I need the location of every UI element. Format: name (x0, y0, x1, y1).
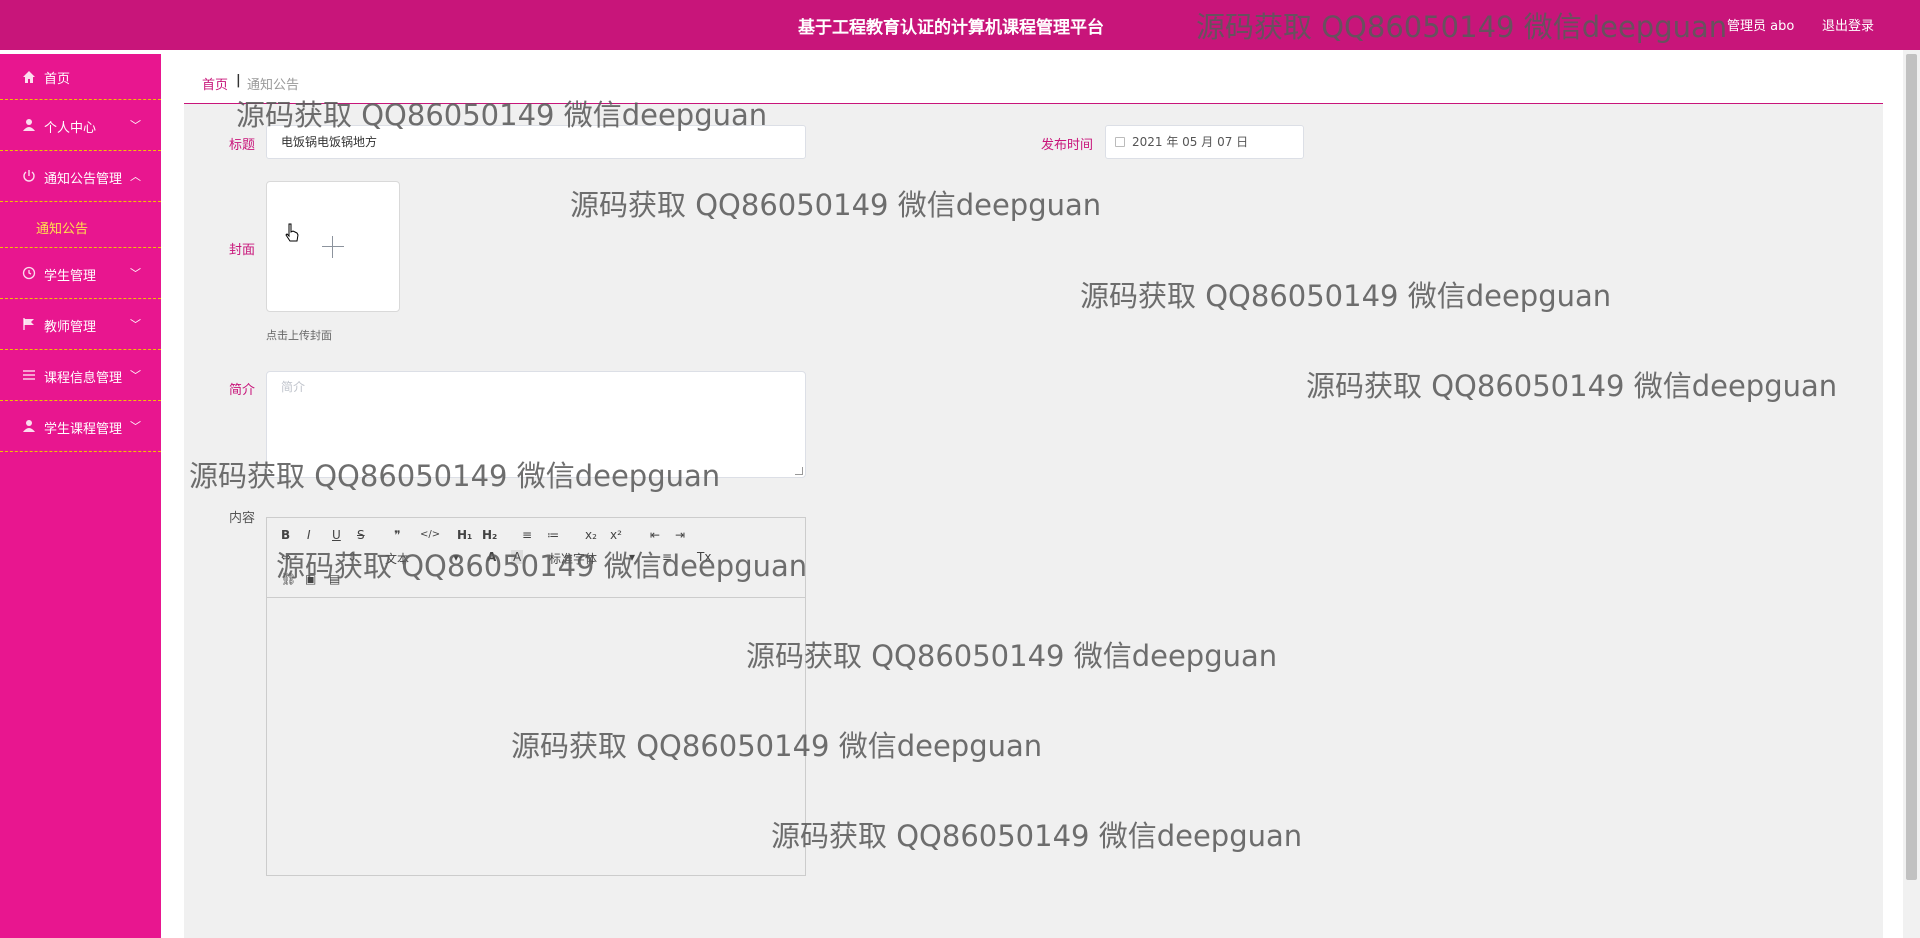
top-header: 基于工程教育认证的计算机课程管理平台 管理员 abo 退出登录 (0, 0, 1920, 50)
rich-text-editor: B I U S ❞ </> H₁ H₂ ≡ ≔ x₂ x² ⇤ ⇥ ⇔ ⇕ 文本… (266, 517, 806, 876)
subscript-button[interactable]: x₂ (585, 528, 597, 542)
sidebar-item-label: 学生课程管理 (44, 422, 123, 437)
line-height-button[interactable]: ⇕ (347, 550, 357, 564)
image-icon[interactable]: ▣ (305, 572, 316, 586)
breadcrumb-current: 通知公告 (247, 78, 300, 93)
underline-button[interactable]: U (332, 528, 341, 542)
list-icon (23, 370, 35, 380)
link-icon[interactable]: ⛓ (281, 572, 296, 586)
font-color-button[interactable]: A (487, 550, 496, 564)
sidebar-item-label: 通知公告管理 (44, 172, 123, 187)
chevron-up-icon: ︿ (130, 170, 141, 183)
sidebar-item-label: 首页 (44, 72, 71, 87)
flag-icon (23, 318, 34, 330)
current-user: 管理员 abo (1727, 19, 1795, 34)
title-input[interactable]: 电饭锅电饭锅地方 (266, 125, 806, 159)
align-button[interactable]: ≡ (662, 550, 672, 564)
text-size-select[interactable]: 文本 (385, 550, 409, 567)
sidebar-item-notice-management[interactable]: 通知公告管理 ︿ (0, 151, 161, 202)
sidebar-item-personal-center[interactable]: 个人中心 ﹀ (0, 100, 161, 151)
calendar-icon (1115, 137, 1125, 147)
sidebar-item-teacher-management[interactable]: 教师管理 ﹀ (0, 299, 161, 350)
font-family-select[interactable]: 标准字体 (549, 550, 597, 567)
intro-placeholder: 简介 (281, 380, 306, 394)
publish-date-label: 发布时间 (1041, 138, 1094, 153)
content-label: 内容 (229, 511, 256, 526)
title-label: 标题 (229, 138, 256, 153)
blockquote-button[interactable]: ❞ (394, 528, 400, 542)
power-icon (23, 170, 35, 182)
bold-button[interactable]: B (281, 528, 290, 542)
video-icon[interactable]: ▤ (329, 572, 340, 586)
indent-button[interactable]: ⇥ (675, 528, 685, 542)
sidebar-item-label: 学生管理 (44, 269, 97, 284)
chevron-down-icon: ﹀ (130, 267, 141, 280)
background-color-button[interactable]: A (511, 550, 524, 564)
clear-format-button[interactable]: Tx (697, 550, 711, 564)
user-icon (23, 119, 35, 131)
vertical-scrollbar[interactable] (1903, 50, 1920, 938)
breadcrumb: 首页 | 通知公告 (184, 57, 1883, 104)
hand-cursor-icon (285, 223, 299, 242)
sidebar-subitem-notice[interactable]: 通知公告 (0, 202, 161, 248)
sidebar-item-label: 教师管理 (44, 320, 97, 335)
sidebar-item-student-management[interactable]: 学生管理 ﹀ (0, 248, 161, 299)
editor-toolbar: B I U S ❞ </> H₁ H₂ ≡ ≔ x₂ x² ⇤ ⇥ ⇔ ⇕ 文本… (267, 518, 805, 598)
bullet-list-button[interactable]: ≔ (547, 528, 559, 542)
chevron-down-icon[interactable]: ▾ (629, 550, 635, 564)
cover-upload-tip: 点击上传封面 (266, 329, 332, 342)
publish-date-picker[interactable]: 2021 年 05 月 07 日 (1105, 125, 1304, 159)
code-block-button[interactable]: </> (420, 529, 440, 540)
sidebar-item-student-course[interactable]: 学生课程管理 ﹀ (0, 401, 161, 452)
chevron-down-icon: ﹀ (130, 318, 141, 331)
resize-handle-icon[interactable] (795, 467, 803, 475)
cover-upload-button[interactable] (266, 181, 400, 312)
sidebar-subitem-label: 通知公告 (36, 222, 89, 237)
chevron-down-icon: ﹀ (130, 119, 141, 132)
sidebar-item-course-info[interactable]: 课程信息管理 ﹀ (0, 350, 161, 401)
superscript-button[interactable]: x² (610, 528, 622, 542)
home-icon (23, 71, 35, 83)
chevron-down-icon[interactable]: ▾ (453, 550, 459, 564)
chevron-down-icon: ﹀ (130, 420, 141, 433)
clock-icon (22, 266, 36, 280)
italic-button[interactable]: I (307, 528, 311, 542)
chevron-down-icon: ﹀ (130, 369, 141, 382)
app-title: 基于工程教育认证的计算机课程管理平台 (798, 18, 1104, 38)
outdent-button[interactable]: ⇤ (650, 528, 660, 542)
sidebar: 首页 个人中心 ﹀ 通知公告管理 ︿ 通知公告 学生管理 ﹀ 教师管理 ﹀ 课程… (0, 54, 161, 938)
strikethrough-button[interactable]: S (357, 528, 365, 542)
sidebar-item-home[interactable]: 首页 (0, 54, 161, 100)
user-icon (23, 420, 35, 432)
intro-label: 简介 (229, 383, 256, 398)
editor-content-area[interactable] (267, 599, 805, 875)
heading1-button[interactable]: H₁ (457, 528, 472, 542)
plus-icon-vertical (332, 236, 333, 258)
text-direction-button[interactable]: ⇔ (281, 550, 291, 564)
plus-icon (322, 246, 344, 247)
scrollbar-thumb[interactable] (1906, 54, 1917, 880)
publish-date-value: 2021 年 05 月 07 日 (1132, 135, 1249, 149)
cover-label: 封面 (229, 243, 256, 258)
sidebar-item-label: 个人中心 (44, 121, 97, 136)
sidebar-item-label: 课程信息管理 (44, 371, 123, 386)
intro-textarea[interactable]: 简介 (266, 371, 806, 478)
logout-link[interactable]: 退出登录 (1822, 15, 1874, 34)
breadcrumb-home-link[interactable]: 首页 (202, 74, 228, 93)
breadcrumb-separator: | (236, 73, 241, 88)
heading2-button[interactable]: H₂ (482, 528, 497, 542)
ordered-list-button[interactable]: ≡ (522, 528, 532, 542)
